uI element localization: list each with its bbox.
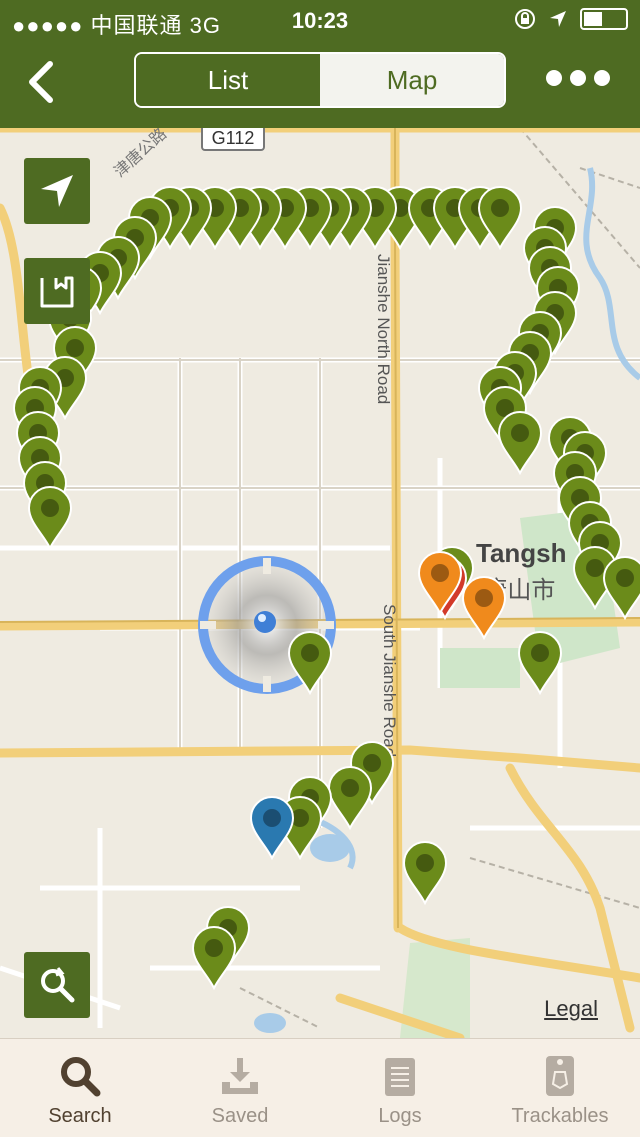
tab-label-trackables: Trackables: [511, 1105, 609, 1127]
tab-map[interactable]: Map: [320, 54, 504, 106]
tab-saved[interactable]: Saved: [160, 1039, 320, 1137]
tab-search[interactable]: Search: [0, 1039, 160, 1137]
road-label-jianshe-north: Jianshe North Road: [374, 254, 393, 404]
cache-marker[interactable]: [518, 631, 562, 694]
status-bar: ●●●●● 中国联通 3G 10:23: [0, 0, 640, 40]
back-chevron-icon[interactable]: [22, 58, 62, 106]
cache-marker[interactable]: [192, 926, 236, 989]
tab-label-logs: Logs: [378, 1105, 422, 1127]
map-view[interactable]: G112 津唐公路 Jianshe North Road South Jians…: [0, 128, 640, 1038]
search-refresh-icon: [41, 967, 75, 1003]
refresh-search-button[interactable]: [24, 952, 90, 1018]
battery-icon: [580, 8, 628, 30]
trackable-tag-icon: [543, 1053, 577, 1099]
cache-marker[interactable]: [403, 841, 447, 904]
map-type-button[interactable]: [24, 258, 90, 324]
rotation-lock-icon: [515, 9, 535, 29]
tab-bar: Search Saved Logs Trackables: [0, 1038, 640, 1137]
city-label-en: Tangsh: [476, 538, 567, 568]
download-icon: [218, 1053, 262, 1099]
cache-marker[interactable]: [28, 486, 72, 549]
cache-marker[interactable]: [498, 411, 542, 474]
tab-label-search: Search: [48, 1105, 112, 1127]
tab-trackables[interactable]: Trackables: [480, 1039, 640, 1137]
location-arrow-icon: [550, 11, 566, 27]
legal-link[interactable]: Legal: [544, 996, 598, 1022]
notepad-icon: [382, 1053, 418, 1099]
road-label-jintang: 津唐公路: [110, 128, 170, 181]
cache-marker[interactable]: [250, 796, 294, 859]
status-icons: [514, 8, 628, 30]
map-fold-icon: [40, 276, 74, 308]
tab-label-saved: Saved: [211, 1105, 269, 1127]
navigation-bar: List Map: [0, 40, 640, 128]
road-label-jianshe-south: South Jianshe Road: [380, 604, 399, 757]
road-shield-g112: G112: [212, 128, 255, 148]
search-icon: [58, 1053, 102, 1099]
map-canvas: G112 津唐公路 Jianshe North Road South Jians…: [0, 128, 640, 1038]
location-arrow-icon: [41, 175, 73, 207]
tab-list[interactable]: List: [136, 54, 320, 106]
cache-marker[interactable]: [462, 576, 506, 639]
more-options-icon[interactable]: [546, 70, 610, 86]
cache-marker[interactable]: [328, 766, 372, 829]
locate-me-button[interactable]: [24, 158, 90, 224]
view-segmented-control: List Map: [134, 52, 506, 108]
tab-logs[interactable]: Logs: [320, 1039, 480, 1137]
